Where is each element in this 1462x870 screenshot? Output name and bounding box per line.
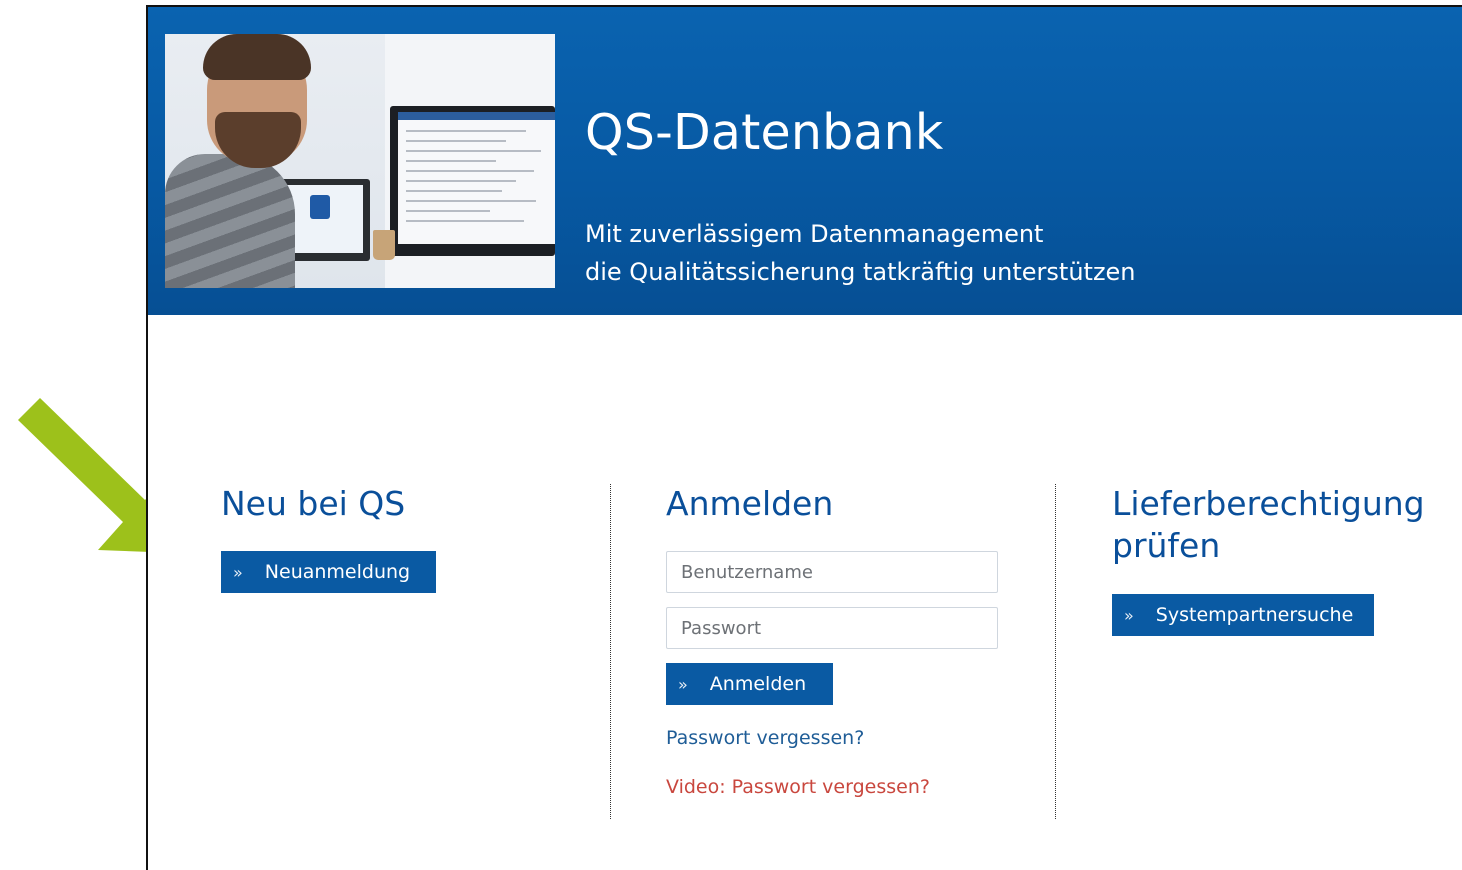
column-divider-1 [610,484,611,819]
login-button-label: Anmelden [709,673,807,695]
header-banner: QS-Datenbank Mit zuverlässigem Datenmana… [148,7,1462,315]
username-input[interactable] [666,551,998,593]
system-partner-search-label: Systempartnersuche [1155,604,1354,626]
monitor-illustration [390,106,555,256]
subtitle-line-2: die Qualitätssicherung tatkräftig unters… [585,258,1136,286]
system-partner-search-button[interactable]: » Systempartnersuche [1112,594,1374,636]
supplier-title-line-1: Lieferberechtigung [1112,484,1425,523]
column-divider-2 [1055,484,1056,819]
double-chevron-right-icon: » [1124,605,1134,625]
page-frame: QS-Datenbank Mit zuverlässigem Datenmana… [146,5,1462,870]
new-section-title: Neu bei QS [221,484,406,523]
login-section-title: Anmelden [666,484,834,523]
double-chevron-right-icon: » [678,674,688,694]
double-chevron-right-icon: » [233,562,243,582]
video-forgot-password-link[interactable]: Video: Passwort vergessen? [666,776,930,798]
page-title: QS-Datenbank [585,104,944,161]
supplier-title-line-2: prüfen [1112,526,1221,565]
forgot-password-link[interactable]: Passwort vergessen? [666,727,864,749]
page-subtitle: Mit zuverlässigem Datenmanagement die Qua… [585,215,1285,291]
register-button-label: Neuanmeldung [264,561,411,583]
subtitle-line-1: Mit zuverlässigem Datenmanagement [585,220,1044,248]
register-button[interactable]: » Neuanmeldung [221,551,436,593]
supplier-section-title: Lieferberechtigung prüfen [1112,483,1425,567]
password-input[interactable] [666,607,998,649]
hero-image [165,34,555,288]
login-button[interactable]: » Anmelden [666,663,833,705]
